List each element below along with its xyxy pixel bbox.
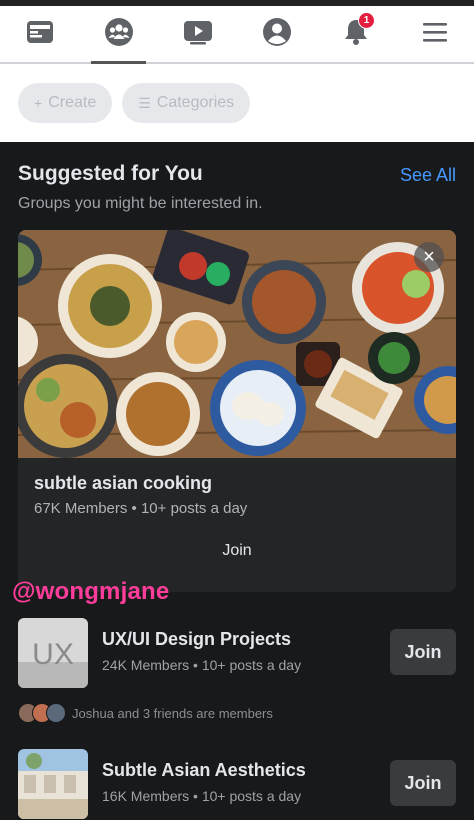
group-meta: 16K Members • 10+ posts a day bbox=[102, 788, 302, 804]
top-nav-bar: 1 bbox=[0, 0, 474, 64]
watch-icon bbox=[182, 18, 214, 51]
tab-notifications[interactable]: 1 bbox=[316, 6, 395, 62]
suggested-section: Suggested for You See All Groups you mig… bbox=[0, 142, 474, 820]
notification-count-badge: 1 bbox=[358, 12, 375, 29]
profile-icon bbox=[261, 16, 293, 53]
create-chip-label: Create bbox=[48, 94, 97, 111]
friends-who-are-members: Joshua and 3 friends are members bbox=[18, 702, 273, 724]
filter-chip-row: + Create ☰ Categories bbox=[0, 64, 474, 142]
groups-icon bbox=[103, 16, 135, 53]
tab-groups[interactable] bbox=[79, 6, 158, 64]
group-list-item[interactable]: UX UX/UI Design Projects 24K Members • 1… bbox=[18, 618, 456, 688]
categories-chip-label: Categories bbox=[156, 94, 235, 111]
menu-icon bbox=[421, 20, 449, 49]
tab-menu[interactable] bbox=[395, 6, 474, 62]
group-thumbnail: UX bbox=[18, 618, 88, 688]
feed-icon bbox=[25, 18, 55, 51]
featured-group-card[interactable]: × subtle asian cooking 67K Members • 10+… bbox=[18, 230, 456, 592]
section-title: Suggested for You bbox=[18, 162, 203, 185]
tab-profile[interactable] bbox=[237, 6, 316, 62]
thumb-ux-text: UX bbox=[32, 638, 74, 671]
tab-watch[interactable] bbox=[158, 6, 237, 62]
group-thumbnail bbox=[18, 749, 88, 819]
join-button[interactable]: Join bbox=[390, 760, 456, 806]
categories-chip[interactable]: ☰ Categories bbox=[122, 83, 251, 123]
join-button[interactable]: Join bbox=[18, 542, 456, 560]
watermark-text: @wongmjane bbox=[12, 578, 170, 605]
group-cover-photo: × bbox=[18, 230, 456, 458]
plus-icon: + bbox=[34, 95, 43, 111]
list-icon: ☰ bbox=[138, 94, 151, 111]
dismiss-suggestion-button[interactable]: × bbox=[414, 242, 444, 272]
food-table-illustration bbox=[18, 230, 456, 458]
friend-avatar bbox=[46, 703, 66, 723]
join-button[interactable]: Join bbox=[390, 629, 456, 675]
close-icon: × bbox=[423, 245, 435, 268]
create-chip[interactable]: + Create bbox=[18, 83, 113, 123]
group-name[interactable]: Subtle Asian Aesthetics bbox=[102, 760, 306, 781]
see-all-link[interactable]: See All bbox=[400, 165, 456, 186]
group-name[interactable]: subtle asian cooking bbox=[34, 473, 212, 494]
section-subtitle: Groups you might be interested in. bbox=[18, 195, 263, 212]
tab-news-feed[interactable] bbox=[0, 6, 79, 62]
group-name[interactable]: UX/UI Design Projects bbox=[102, 629, 291, 650]
group-list-item[interactable]: Subtle Asian Aesthetics 16K Members • 10… bbox=[18, 749, 456, 819]
group-meta: 67K Members • 10+ posts a day bbox=[34, 500, 248, 517]
friends-members-text: Joshua and 3 friends are members bbox=[72, 705, 273, 721]
group-meta: 24K Members • 10+ posts a day bbox=[102, 657, 302, 673]
